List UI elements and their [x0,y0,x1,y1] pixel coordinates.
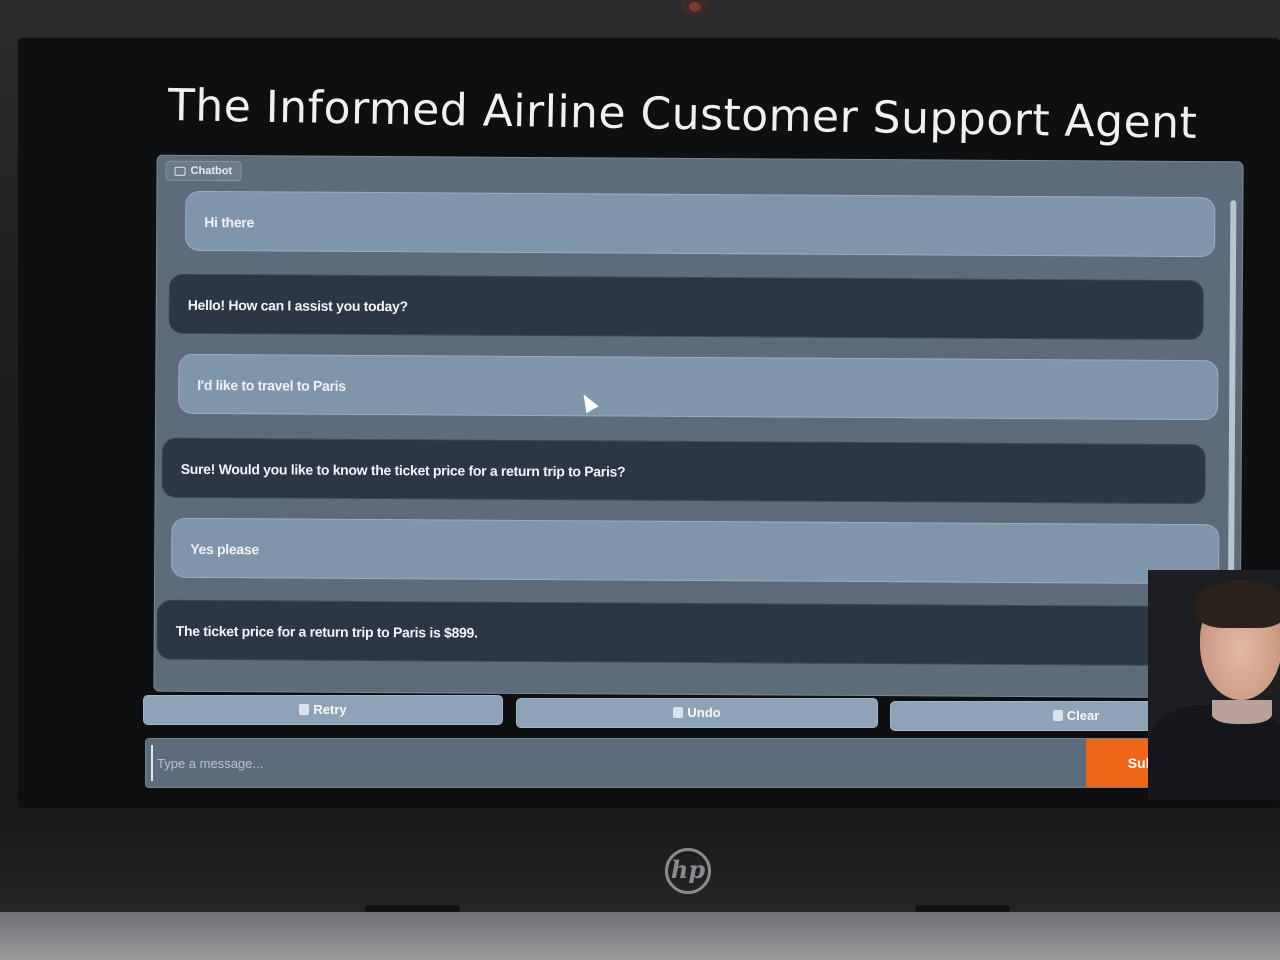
page-title: The Informed Airline Customer Support Ag… [167,80,1198,149]
chat-message-user: Yes please [171,517,1220,585]
laptop-base [0,912,1280,960]
laptop-screen: The Informed Airline Customer Support Ag… [18,38,1280,808]
chatbot-label-text: Chatbot [190,164,233,178]
presenter-collar [1212,700,1272,724]
message-text: The ticket price for a return trip to Pa… [175,622,478,641]
retry-label: Retry [313,702,347,717]
undo-icon [673,707,684,718]
hp-logo: hp [665,848,711,894]
message-input[interactable] [151,745,1089,781]
clear-label: Clear [1066,708,1100,723]
presenter-hair [1196,580,1280,628]
chat-message-user: I'd like to travel to Paris [178,353,1219,421]
undo-button[interactable]: Undo [516,698,878,728]
presenter-webcam-overlay [1148,570,1280,800]
message-text: Hello! How can I assist you today? [187,296,408,315]
chatbot-label: Chatbot [165,160,242,182]
trash-icon [1052,710,1063,721]
undo-label: Undo [687,705,721,720]
chat-message-user: Hi there [185,190,1216,258]
message-text: Sure! Would you like to know the ticket … [180,460,626,480]
webcam-icon [680,0,710,16]
chat-message-bot: Hello! How can I assist you today? [168,273,1204,341]
retry-icon [299,704,310,715]
chat-message-bot: Sure! Would you like to know the ticket … [161,437,1206,505]
laptop-bezel: The Informed Airline Customer Support Ag… [0,0,1280,960]
message-text: Yes please [190,540,259,558]
retry-button[interactable]: Retry [143,695,503,725]
message-composer: Sub [145,738,1280,788]
message-text: I'd like to travel to Paris [197,376,346,394]
chat-bubble-icon [174,166,186,176]
chat-message-bot: The ticket price for a return trip to Pa… [156,599,1207,667]
message-text: Hi there [204,213,255,231]
chatbot-panel[interactable]: Chatbot Hi there Hello! How can I assist… [153,154,1244,699]
